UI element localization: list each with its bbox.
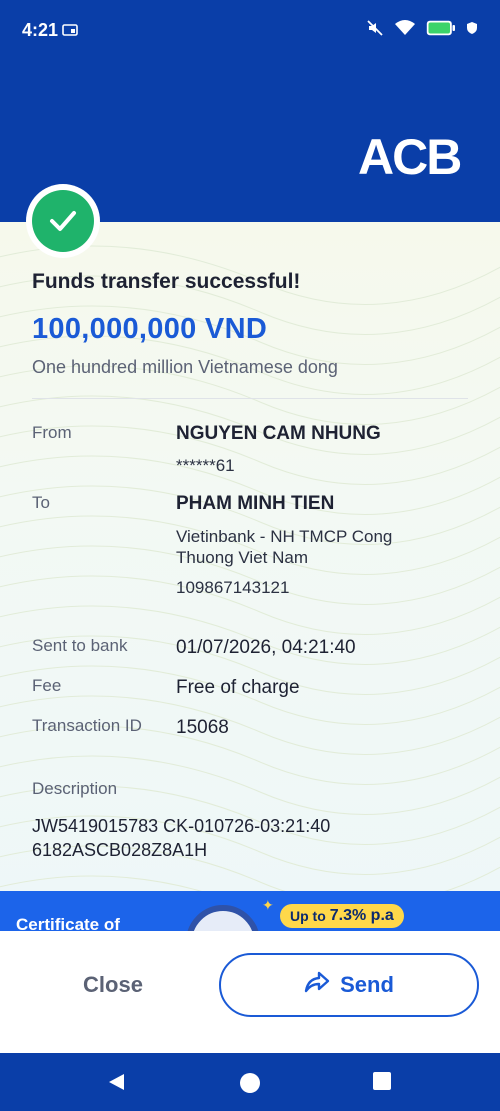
promo-coin-graphic (186, 905, 260, 931)
description-line2: 6182ASCB028Z8A1H (32, 840, 208, 860)
action-bar: Close Send (0, 931, 500, 1053)
amount-in-words: One hundred million Vietnamese dong (32, 357, 338, 377)
success-check-badge (26, 184, 100, 258)
wifi-icon (394, 19, 416, 42)
system-nav-bar (0, 1053, 500, 1111)
send-button-label: Send (340, 972, 394, 997)
to-name: PHAM MINH TIEN (176, 493, 335, 514)
send-button[interactable]: Send (219, 953, 479, 1017)
sent-to-bank-value: 01/07/2026, 04:21:40 (176, 637, 356, 658)
mute-icon (366, 19, 384, 42)
to-bank-line2: Thuong Viet Nam (176, 548, 308, 567)
recents-icon[interactable] (373, 1072, 391, 1095)
transfer-amount: 100,000,000 VND (32, 313, 268, 345)
promo-rate-pill: Up to 7.3% p.a (280, 904, 404, 928)
fee-label: Fee (32, 676, 62, 695)
home-icon[interactable] (239, 1072, 261, 1099)
fee-value: Free of charge (176, 677, 300, 698)
promo-rate-prefix: Up to (290, 908, 326, 924)
battery-icon (426, 20, 456, 41)
to-label: To (32, 493, 50, 512)
shield-icon (466, 21, 478, 40)
promo-text: Certificate of (16, 915, 120, 931)
to-bank-line1: Vietinbank - NH TMCP Cong (176, 527, 393, 546)
to-account: 109867143121 (176, 578, 290, 597)
description-line1: JW5419015783 CK-010726-03:21:40 (32, 816, 331, 836)
from-name: NGUYEN CAM NHUNG (176, 423, 381, 444)
sent-to-bank-label: Sent to bank (32, 636, 128, 655)
from-label: From (32, 423, 72, 442)
status-bar: 4:21 (0, 0, 500, 62)
cast-icon (62, 24, 78, 43)
from-account: ******61 (176, 456, 235, 475)
promo-rate-value: 7.3% p.a (329, 907, 394, 924)
acb-logo: ACB (358, 128, 470, 185)
status-icons (366, 19, 478, 42)
back-icon[interactable] (106, 1072, 126, 1097)
share-icon (304, 971, 330, 999)
result-title: Funds transfer successful! (32, 270, 301, 293)
promo-banner[interactable]: Certificate of ✦ Up to 7.3% p.a (0, 891, 500, 931)
close-button[interactable]: Close (30, 953, 196, 1017)
status-time: 4:21 (22, 20, 59, 40)
transaction-id-value: 15068 (176, 717, 229, 738)
sparkle-icon: ✦ (262, 897, 274, 913)
transaction-id-label: Transaction ID (32, 716, 142, 735)
close-button-label: Close (83, 972, 143, 997)
divider (32, 398, 468, 399)
description-value: JW5419015783 CK-010726-03:21:40 6182ASCB… (32, 814, 472, 862)
description-label: Description (32, 779, 118, 798)
check-icon (32, 190, 94, 252)
svg-text:ACB: ACB (358, 129, 460, 184)
